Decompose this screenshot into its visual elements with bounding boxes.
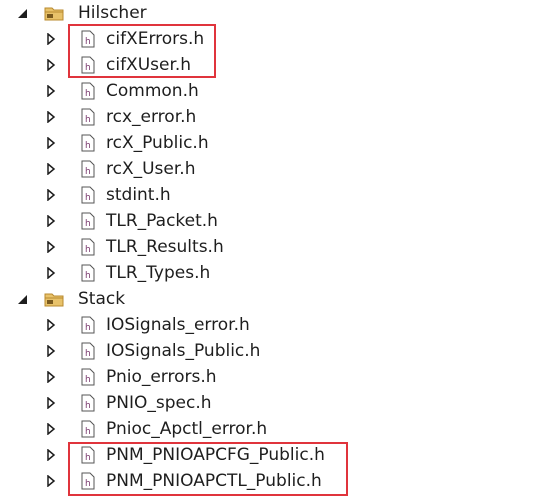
svg-text:h: h bbox=[85, 167, 91, 177]
file-row[interactable]: h rcx_error.h bbox=[0, 104, 549, 130]
file-label: rcX_User.h bbox=[106, 159, 196, 179]
file-label: cifXUser.h bbox=[106, 55, 192, 75]
header-file-icon: h bbox=[80, 30, 98, 48]
collapsed-arrow-icon[interactable] bbox=[45, 59, 57, 71]
collapsed-arrow-icon[interactable] bbox=[45, 475, 57, 487]
file-label: TLR_Packet.h bbox=[106, 211, 218, 231]
file-label: rcx_error.h bbox=[106, 107, 197, 127]
file-row[interactable]: h IOSignals_Public.h bbox=[0, 338, 549, 364]
file-label: cifXErrors.h bbox=[106, 29, 205, 49]
file-label: IOSignals_error.h bbox=[106, 315, 250, 335]
collapsed-arrow-icon[interactable] bbox=[45, 319, 57, 331]
collapsed-arrow-icon[interactable] bbox=[45, 163, 57, 175]
header-file-icon: h bbox=[80, 82, 98, 100]
file-row[interactable]: h Common.h bbox=[0, 78, 549, 104]
file-label: TLR_Types.h bbox=[106, 263, 211, 283]
file-row[interactable]: h TLR_Types.h bbox=[0, 260, 549, 286]
collapsed-arrow-icon[interactable] bbox=[45, 371, 57, 383]
svg-text:h: h bbox=[85, 193, 91, 203]
collapsed-arrow-icon[interactable] bbox=[45, 137, 57, 149]
collapsed-arrow-icon[interactable] bbox=[45, 267, 57, 279]
svg-text:h: h bbox=[85, 349, 91, 359]
header-file-icon: h bbox=[80, 368, 98, 386]
file-label: Common.h bbox=[106, 81, 199, 101]
expanded-arrow-icon[interactable] bbox=[16, 7, 28, 19]
folder-icon bbox=[44, 290, 64, 308]
svg-text:h: h bbox=[85, 245, 91, 255]
header-file-icon: h bbox=[80, 420, 98, 438]
collapsed-arrow-icon[interactable] bbox=[45, 189, 57, 201]
collapsed-arrow-icon[interactable] bbox=[45, 241, 57, 253]
header-file-icon: h bbox=[80, 394, 98, 412]
folder-label: Stack bbox=[78, 289, 126, 309]
file-label: rcX_Public.h bbox=[106, 133, 209, 153]
file-label: stdint.h bbox=[106, 185, 171, 205]
header-file-icon: h bbox=[80, 264, 98, 282]
collapsed-arrow-icon[interactable] bbox=[45, 345, 57, 357]
file-row[interactable]: h PNM_PNIOAPCFG_Public.h bbox=[0, 442, 549, 468]
file-label: PNM_PNIOAPCTL_Public.h bbox=[106, 471, 322, 491]
svg-text:h: h bbox=[85, 63, 91, 73]
folder-label: Hilscher bbox=[78, 3, 147, 23]
file-row[interactable]: h Pnio_errors.h bbox=[0, 364, 549, 390]
file-row[interactable]: h stdint.h bbox=[0, 182, 549, 208]
svg-text:h: h bbox=[85, 375, 91, 385]
svg-text:h: h bbox=[85, 115, 91, 125]
file-row[interactable]: h cifXErrors.h bbox=[0, 26, 549, 52]
header-file-icon: h bbox=[80, 186, 98, 204]
svg-text:h: h bbox=[85, 323, 91, 333]
file-row[interactable]: h PNM_PNIOAPCTL_Public.h bbox=[0, 468, 549, 494]
svg-text:h: h bbox=[85, 37, 91, 47]
file-label: IOSignals_Public.h bbox=[106, 341, 261, 361]
file-row[interactable]: h IOSignals_error.h bbox=[0, 312, 549, 338]
collapsed-arrow-icon[interactable] bbox=[45, 449, 57, 461]
header-file-icon: h bbox=[80, 472, 98, 490]
svg-text:h: h bbox=[85, 219, 91, 229]
file-row[interactable]: h Pnioc_Apctl_error.h bbox=[0, 416, 549, 442]
header-file-icon: h bbox=[80, 160, 98, 178]
svg-text:h: h bbox=[85, 427, 91, 437]
file-row[interactable]: h PNIO_spec.h bbox=[0, 390, 549, 416]
header-file-icon: h bbox=[80, 238, 98, 256]
file-row[interactable]: h rcX_User.h bbox=[0, 156, 549, 182]
file-label: PNIO_spec.h bbox=[106, 393, 212, 413]
file-row[interactable]: h cifXUser.h bbox=[0, 52, 549, 78]
header-file-icon: h bbox=[80, 134, 98, 152]
svg-text:h: h bbox=[85, 271, 91, 281]
svg-text:h: h bbox=[85, 89, 91, 99]
header-file-icon: h bbox=[80, 342, 98, 360]
header-file-icon: h bbox=[80, 108, 98, 126]
collapsed-arrow-icon[interactable] bbox=[45, 85, 57, 97]
expanded-arrow-icon[interactable] bbox=[16, 293, 28, 305]
folder-icon bbox=[44, 4, 64, 22]
header-file-icon: h bbox=[80, 212, 98, 230]
file-label: Pnio_errors.h bbox=[106, 367, 217, 387]
file-label: PNM_PNIOAPCFG_Public.h bbox=[106, 445, 325, 465]
collapsed-arrow-icon[interactable] bbox=[45, 111, 57, 123]
file-row[interactable]: h TLR_Packet.h bbox=[0, 208, 549, 234]
collapsed-arrow-icon[interactable] bbox=[45, 215, 57, 227]
svg-text:h: h bbox=[85, 141, 91, 151]
header-file-icon: h bbox=[80, 316, 98, 334]
file-row[interactable]: h TLR_Results.h bbox=[0, 234, 549, 260]
file-label: TLR_Results.h bbox=[106, 237, 224, 257]
svg-text:h: h bbox=[85, 453, 91, 463]
file-label: Pnioc_Apctl_error.h bbox=[106, 419, 268, 439]
folder-row-hilscher[interactable]: Hilscher bbox=[0, 0, 549, 26]
svg-text:h: h bbox=[85, 479, 91, 489]
collapsed-arrow-icon[interactable] bbox=[45, 33, 57, 45]
collapsed-arrow-icon[interactable] bbox=[45, 423, 57, 435]
solution-explorer-tree: Hilscher h cifXErrors.h h cifXUser.h h C… bbox=[0, 0, 549, 496]
header-file-icon: h bbox=[80, 56, 98, 74]
folder-row-stack[interactable]: Stack bbox=[0, 286, 549, 312]
collapsed-arrow-icon[interactable] bbox=[45, 397, 57, 409]
header-file-icon: h bbox=[80, 446, 98, 464]
file-row[interactable]: h rcX_Public.h bbox=[0, 130, 549, 156]
svg-text:h: h bbox=[85, 401, 91, 411]
